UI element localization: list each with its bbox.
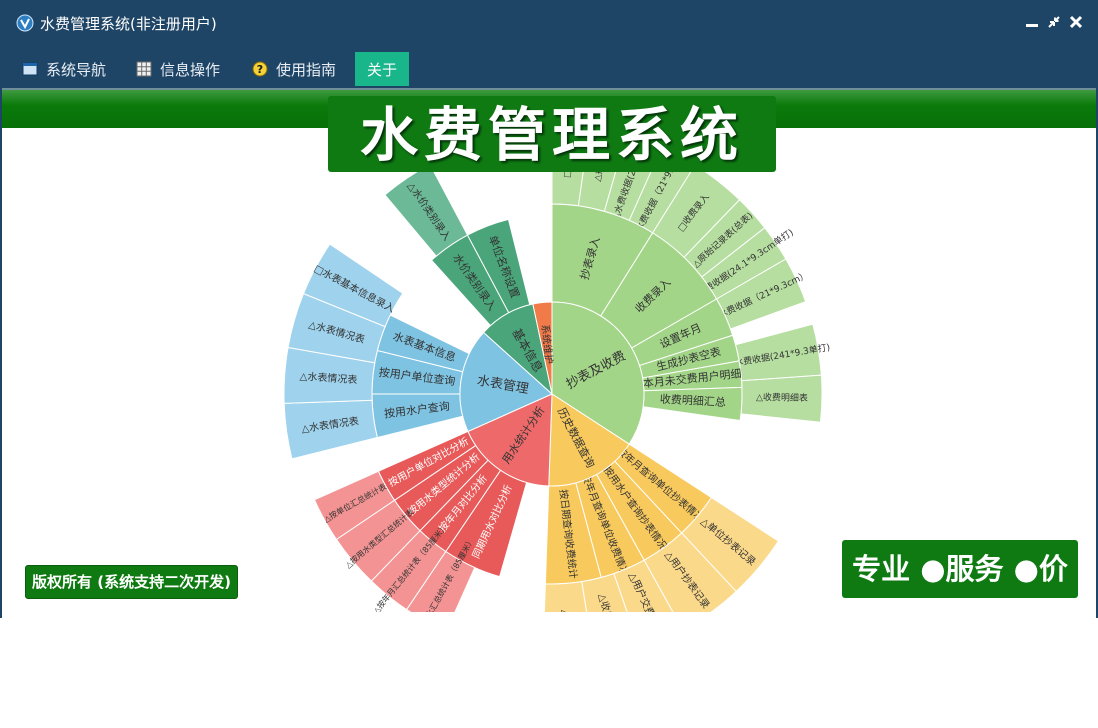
menu-user-guide[interactable]: ? 使用指南: [244, 52, 344, 86]
app-window: 水费管理系统(非注册用户) 系统导航 信息操作 ? 使用指南 关于 □抄表△抄表…: [0, 0, 1098, 644]
copyright-label: 版权所有 (系统支持二次开发): [25, 565, 238, 599]
app-logo-icon: [16, 14, 34, 32]
window-title: 水费管理系统(非注册用户): [40, 15, 217, 33]
help-icon: ?: [252, 61, 268, 77]
title-bar[interactable]: 水费管理系统(非注册用户): [0, 0, 1098, 46]
content-area: □抄表△抄表△水费收据(24.1*9.3)△水费收据（21*9.3cm）□收费录…: [2, 88, 1096, 644]
menu-about[interactable]: 关于: [355, 52, 410, 86]
restore-icon[interactable]: [1046, 14, 1062, 30]
menu-system-navigation[interactable]: 系统导航: [14, 52, 114, 86]
close-icon[interactable]: [1068, 14, 1084, 30]
main-title: 水费管理系统: [328, 96, 776, 172]
menu-label: 信息操作: [160, 60, 221, 79]
menu-label: 关于: [367, 60, 398, 79]
menu-label: 系统导航: [46, 60, 107, 79]
minimize-icon[interactable]: [1024, 14, 1040, 30]
menu-info-operation[interactable]: 信息操作: [128, 52, 228, 86]
svg-text:?: ?: [257, 63, 263, 76]
menu-bar: 系统导航 信息操作 ? 使用指南 关于: [0, 46, 1098, 88]
menu-label: 使用指南: [276, 60, 337, 79]
window-icon: [22, 62, 38, 76]
slogan-badge: 专业 ●服务 ●价值: [842, 540, 1078, 644]
sunburst-green-outer-label: △收费明细表: [756, 391, 808, 404]
grid-icon: [136, 61, 152, 77]
